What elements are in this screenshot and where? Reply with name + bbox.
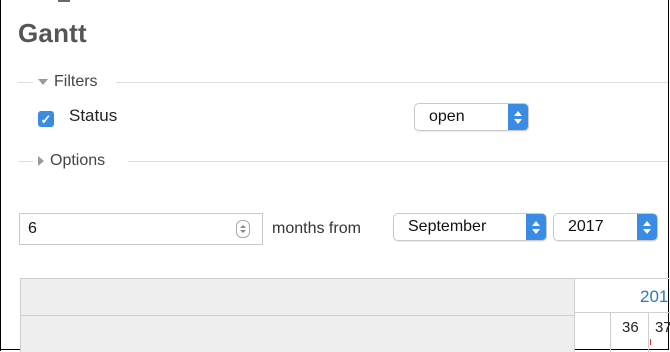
week-separator xyxy=(610,313,611,352)
page-title: Gantt xyxy=(18,18,87,48)
status-operator-value: open xyxy=(429,108,465,125)
filters-line-right xyxy=(116,82,668,83)
options-toggle[interactable]: Options xyxy=(38,152,105,170)
expanded-triangle-icon xyxy=(38,79,48,85)
checkmark-icon: ✓ xyxy=(40,111,52,127)
options-line-left xyxy=(18,161,33,162)
gantt-subject-subheader xyxy=(21,316,574,352)
options-line-right xyxy=(128,161,668,162)
week-number: 36 xyxy=(622,319,639,336)
filters-line-left xyxy=(18,82,33,83)
months-count-input[interactable]: 6 xyxy=(19,213,263,245)
month-select-value: September xyxy=(408,218,487,235)
select-arrows-icon xyxy=(526,214,546,240)
months-count-value: 6 xyxy=(28,220,37,237)
month-select[interactable]: September xyxy=(393,213,547,241)
months-from-label: months from xyxy=(272,220,361,237)
gantt-header-separator xyxy=(575,312,670,313)
options-legend-label: Options xyxy=(50,152,106,169)
status-operator-select[interactable]: open xyxy=(414,103,529,131)
gantt-chart: 201 36 37 xyxy=(20,278,670,352)
filters-toggle[interactable]: Filters xyxy=(38,73,98,91)
week-separator xyxy=(648,313,649,352)
year-select-value: 2017 xyxy=(568,218,604,235)
year-select[interactable]: 2017 xyxy=(553,213,658,241)
select-arrows-icon xyxy=(637,214,657,240)
collapsed-triangle-icon xyxy=(38,156,44,166)
status-checkbox[interactable]: ✓ xyxy=(38,111,54,127)
status-label: Status xyxy=(69,106,118,125)
number-stepper-icon[interactable] xyxy=(236,220,250,238)
today-marker xyxy=(650,339,651,345)
week-number: 37 xyxy=(655,319,670,336)
filters-legend-label: Filters xyxy=(54,73,98,90)
gantt-year-header[interactable]: 201 xyxy=(640,287,668,307)
gantt-divider xyxy=(574,279,575,352)
gantt-subject-header xyxy=(21,279,574,316)
select-arrows-icon xyxy=(508,104,528,130)
